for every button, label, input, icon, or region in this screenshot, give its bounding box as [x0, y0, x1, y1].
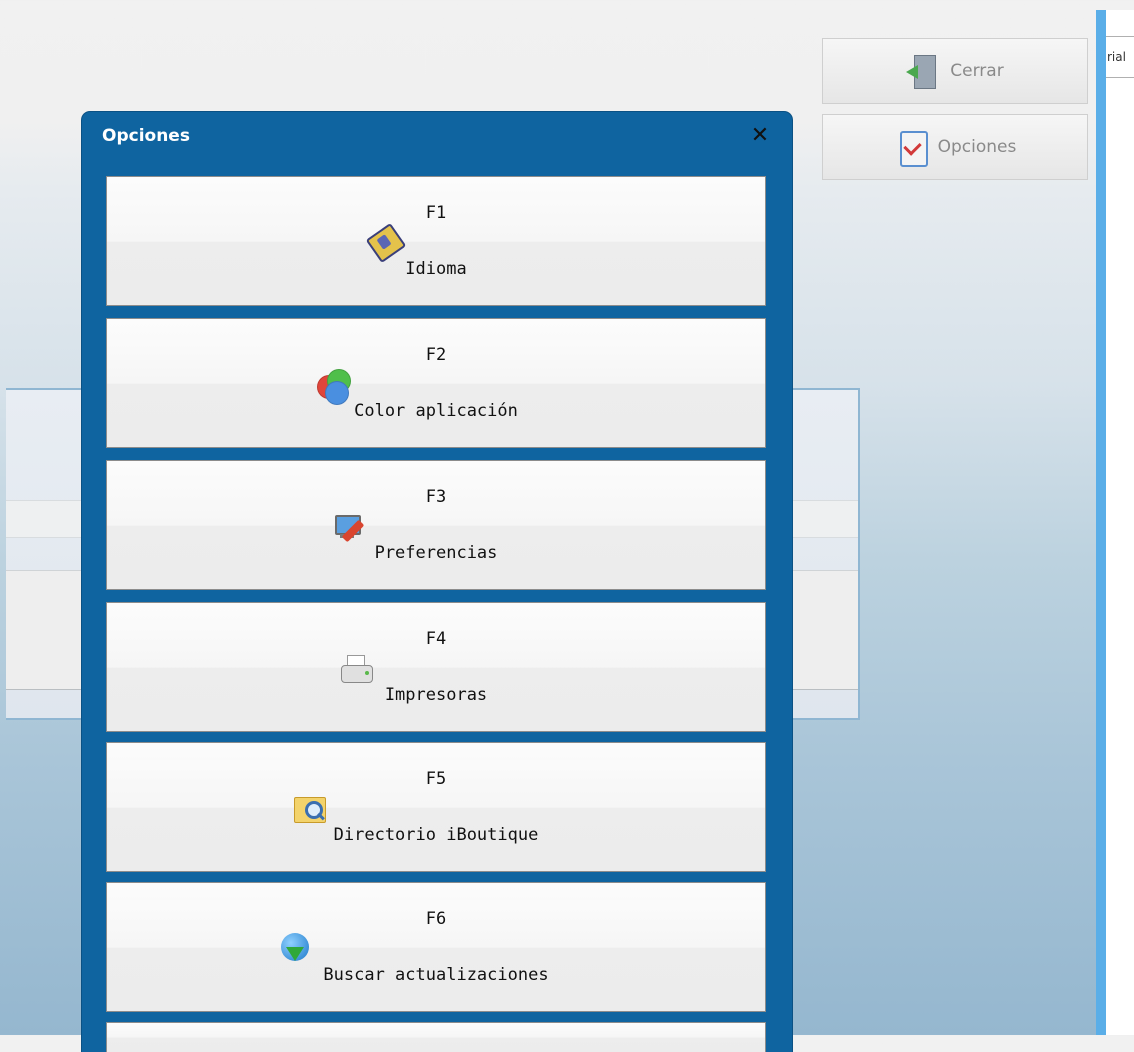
- option-key: F4: [425, 629, 447, 649]
- options-dialog: Opciones ✕ F1 Idioma F2 Color aplicación…: [82, 112, 792, 1052]
- computer-edit-icon: [333, 509, 369, 545]
- option-directorio-iboutique[interactable]: F5 Directorio iBoutique: [106, 742, 766, 872]
- option-idioma[interactable]: F1 Idioma: [106, 176, 766, 306]
- option-buscar-actualizaciones[interactable]: F6 Buscar actualizaciones: [106, 882, 766, 1012]
- options-button-label: Opciones: [937, 137, 1017, 157]
- option-key: F5: [425, 769, 447, 789]
- close-button-label: Cerrar: [950, 61, 1004, 81]
- option-label: Idioma: [405, 259, 467, 279]
- options-button[interactable]: Opciones: [822, 114, 1088, 180]
- globe-download-icon: [279, 931, 315, 967]
- color-circles-icon: [315, 367, 351, 405]
- checklist-icon: [894, 129, 930, 167]
- partial-text-field[interactable]: rial: [1106, 36, 1134, 78]
- option-label: Color aplicación: [354, 401, 518, 421]
- dialog-title: Opciones: [102, 126, 190, 146]
- option-preferencias[interactable]: F3 Preferencias: [106, 460, 766, 590]
- close-button[interactable]: Cerrar: [822, 38, 1088, 104]
- option-key: F2: [425, 345, 447, 365]
- language-book-icon: [365, 222, 407, 264]
- option-key: F1: [425, 203, 447, 223]
- option-label: Directorio iBoutique: [333, 825, 539, 845]
- option-key: F3: [425, 487, 447, 507]
- option-partial[interactable]: [106, 1022, 766, 1052]
- option-label: Impresoras: [384, 685, 488, 705]
- folder-search-icon: [293, 791, 329, 827]
- option-label: Preferencias: [374, 543, 498, 563]
- printer-icon: [339, 651, 375, 687]
- exit-door-icon: [906, 53, 942, 89]
- option-label: Buscar actualizaciones: [323, 965, 549, 985]
- option-color-aplicacion[interactable]: F2 Color aplicación: [106, 318, 766, 448]
- right-edge-panel: rial: [1096, 10, 1134, 1035]
- option-impresoras[interactable]: F4 Impresoras: [106, 602, 766, 732]
- close-icon[interactable]: ✕: [748, 122, 772, 150]
- option-key: F6: [425, 909, 447, 929]
- scroll-accent-bar: [1096, 10, 1106, 1035]
